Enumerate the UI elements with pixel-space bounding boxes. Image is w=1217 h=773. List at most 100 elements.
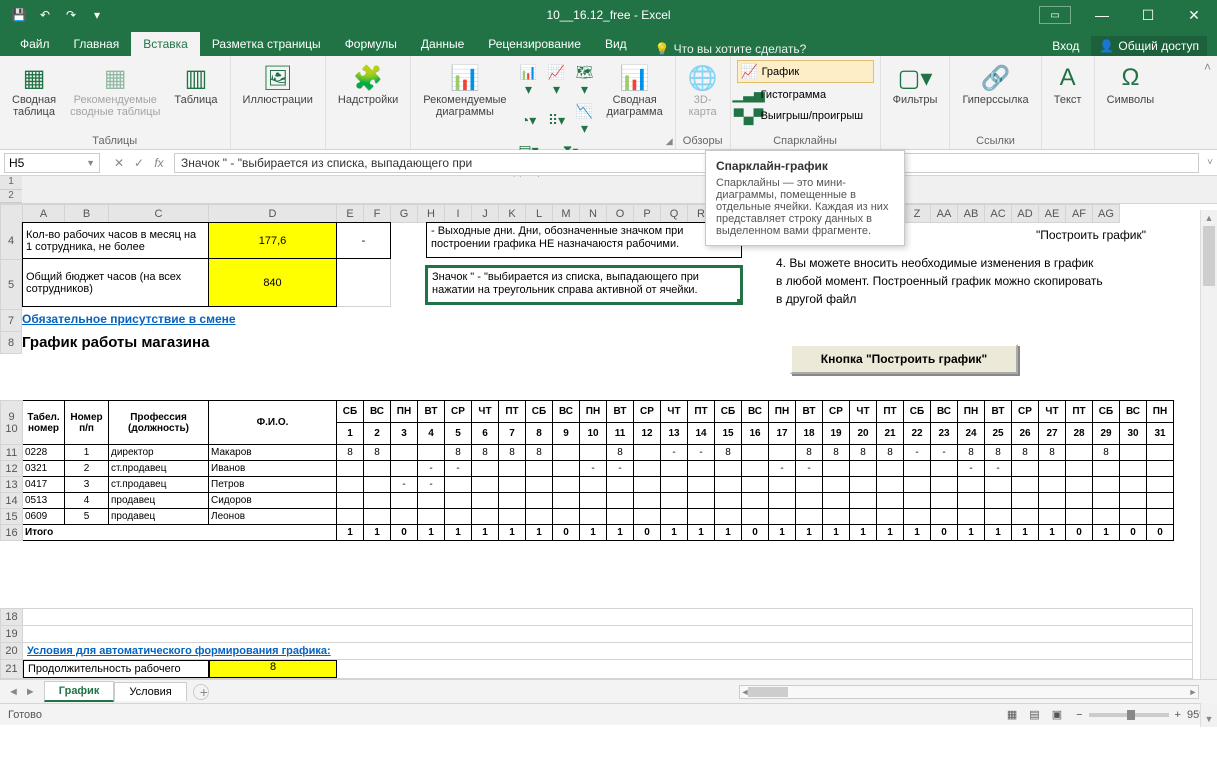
pivot-chart-button[interactable]: 📊 Сводная диаграмма	[601, 60, 669, 120]
tab-home[interactable]: Главная	[62, 32, 132, 56]
info-box-selected[interactable]: Значок " - "выбирается из списка, выпада…	[426, 266, 742, 304]
col-header[interactable]: E	[337, 205, 364, 223]
sparkline-winloss-button[interactable]: ▀▄▀ Выигрыш/проигрыш	[737, 106, 874, 126]
name-box[interactable]: H5 ▼	[4, 153, 100, 173]
row-header-4[interactable]: 4	[0, 222, 22, 260]
addins-button[interactable]: 🧩 Надстройки	[332, 60, 404, 108]
formula-bar[interactable]: Значок " - "выбирается из списка, выпада…	[174, 153, 1199, 173]
redo-icon[interactable]: ↷	[60, 4, 82, 26]
col-header[interactable]: F	[364, 205, 391, 223]
normal-view-icon[interactable]: ▦	[1003, 706, 1021, 723]
col-header[interactable]: K	[499, 205, 526, 223]
tab-formulas[interactable]: Формулы	[333, 32, 409, 56]
col-header[interactable]: Z	[904, 205, 931, 223]
sheet-nav-prev-icon[interactable]: ◄	[6, 686, 21, 698]
text-button[interactable]: A Текст	[1048, 60, 1088, 108]
cell-hours-value[interactable]: 177,6	[209, 223, 337, 259]
vertical-scrollbar[interactable]: ▲ ▼	[1200, 210, 1217, 727]
tab-file[interactable]: Файл	[8, 32, 62, 56]
cond-label[interactable]: Продолжительность рабочего	[23, 660, 209, 678]
maximize-button[interactable]: ☐	[1125, 0, 1171, 30]
zoom-slider-knob[interactable]	[1127, 710, 1135, 720]
col-header[interactable]: AE	[1039, 205, 1066, 223]
sparkline-line-button[interactable]: 📈 График	[737, 60, 874, 83]
col-header[interactable]: D	[209, 205, 337, 223]
row-header-7[interactable]: 7	[0, 310, 22, 332]
tell-me[interactable]: 💡 Что вы хотите сделать?	[655, 42, 807, 56]
scroll-down-icon[interactable]: ▼	[1201, 711, 1217, 727]
row-header-1[interactable]: 1	[0, 176, 22, 190]
col-header[interactable]: O	[607, 205, 634, 223]
treemap-chart-button[interactable]: 🗺▾	[573, 62, 597, 100]
conditions-row[interactable]: Продолжительность рабочего 8	[23, 660, 1193, 679]
col-header[interactable]: C	[109, 205, 209, 223]
zoom-out-button[interactable]: −	[1076, 709, 1082, 721]
cell-budget-value[interactable]: 840	[209, 259, 337, 307]
col-header[interactable]: AB	[958, 205, 985, 223]
hscroll-right-icon[interactable]: ►	[1186, 686, 1200, 698]
charts-dialog-launcher-icon[interactable]: ◢	[666, 136, 673, 147]
tab-insert[interactable]: Вставка	[131, 32, 200, 56]
col-header[interactable]: P	[634, 205, 661, 223]
line-chart-button[interactable]: 📈▾	[545, 62, 569, 100]
tab-review[interactable]: Рецензирование	[476, 32, 593, 56]
cell-empty[interactable]	[23, 609, 1193, 626]
col-header[interactable]: M	[553, 205, 580, 223]
scatter-chart-button[interactable]: ⠿▾	[545, 101, 569, 139]
undo-icon[interactable]: ↶	[34, 4, 56, 26]
cond-value[interactable]: 8	[209, 660, 337, 678]
sheet-tab-grafik[interactable]: График	[44, 681, 115, 702]
zoom-in-button[interactable]: +	[1175, 709, 1181, 721]
zoom-slider[interactable]	[1089, 713, 1169, 717]
col-header[interactable]: H	[418, 205, 445, 223]
row-header-21[interactable]: 21	[1, 660, 23, 679]
horizontal-scrollbar[interactable]: ◄ ►	[739, 685, 1199, 699]
row-header-5[interactable]: 5	[0, 260, 22, 310]
tab-data[interactable]: Данные	[409, 32, 476, 56]
pivot-table-button[interactable]: ▦ Сводная таблица	[6, 60, 62, 120]
pie-chart-button[interactable]: ◔▾	[517, 101, 541, 139]
illustrations-button[interactable]: 🖼 Иллюстрации	[237, 60, 319, 108]
row-header-18[interactable]: 18	[1, 609, 23, 626]
cell-budget-label[interactable]: Общий бюджет часов (на всех сотрудников)	[23, 259, 209, 307]
col-header[interactable]: B	[65, 205, 109, 223]
name-box-dropdown-icon[interactable]: ▼	[86, 158, 95, 168]
col-header[interactable]: L	[526, 205, 553, 223]
close-button[interactable]: ✕	[1171, 0, 1217, 30]
stock-chart-button[interactable]: 📉▾	[573, 101, 597, 139]
share-button[interactable]: 👤 Общий доступ	[1091, 36, 1207, 56]
row-header-2[interactable]: 2	[0, 190, 22, 204]
recommended-charts-button[interactable]: 📊 Рекомендуемые диаграммы	[417, 60, 512, 120]
column-chart-button[interactable]: 📊▾	[517, 62, 541, 100]
ribbon-options-icon[interactable]: ▭	[1039, 6, 1071, 24]
scroll-up-icon[interactable]: ▲	[1201, 210, 1217, 226]
sheet-nav-next-icon[interactable]: ►	[23, 686, 38, 698]
scroll-thumb[interactable]	[1203, 226, 1215, 286]
filters-button[interactable]: ▢▾ Фильтры	[887, 60, 944, 108]
row-header-19[interactable]: 19	[1, 626, 23, 643]
sparkline-column-button[interactable]: ▁▃▅ Гистограмма	[737, 84, 874, 105]
col-header[interactable]: AF	[1066, 205, 1093, 223]
qat-more-icon[interactable]: ▾	[86, 4, 108, 26]
schedule-table[interactable]: 910Табел. номерНомер п/пПрофессия (должн…	[0, 400, 1174, 541]
cell-hours-label[interactable]: Кол-во рабочих часов в месяц на 1 сотруд…	[23, 223, 209, 259]
page-break-view-icon[interactable]: ▣	[1048, 706, 1066, 723]
sheet-tab-usloviya[interactable]: Условия	[114, 682, 186, 701]
row-header-8[interactable]: 8	[0, 332, 22, 354]
enter-formula-icon[interactable]: ✓	[130, 156, 148, 170]
tab-view[interactable]: Вид	[593, 32, 639, 56]
mandatory-presence-link[interactable]: Обязательное присутствие в смене	[22, 312, 236, 326]
cell-empty[interactable]	[23, 626, 1193, 643]
col-header[interactable]: AC	[985, 205, 1012, 223]
minimize-button[interactable]: —	[1079, 0, 1125, 30]
col-header[interactable]: Q	[661, 205, 688, 223]
save-icon[interactable]: 💾	[8, 4, 30, 26]
hyperlink-button[interactable]: 🔗 Гиперссылка	[956, 60, 1034, 108]
expand-formula-bar-icon[interactable]: ˅	[1207, 157, 1213, 168]
col-header[interactable]: J	[472, 205, 499, 223]
col-header[interactable]: N	[580, 205, 607, 223]
signin-link[interactable]: Вход	[1052, 39, 1079, 53]
col-header[interactable]: AG	[1093, 205, 1120, 223]
collapse-ribbon-icon[interactable]: ˄	[1204, 60, 1211, 74]
info-box-weekends[interactable]: - Выходные дни. Дни, обозначенные значко…	[426, 222, 742, 258]
